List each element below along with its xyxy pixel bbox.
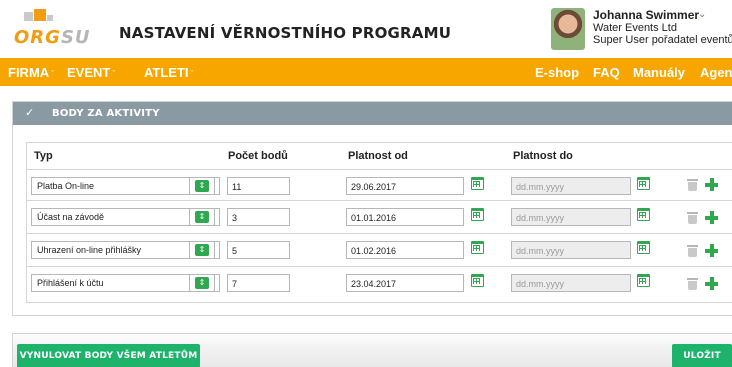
calendar-icon[interactable] [471, 177, 484, 190]
nav-item-eshop[interactable]: E-shop [535, 65, 579, 80]
plus-icon[interactable] [705, 277, 718, 290]
chevron-down-icon: ˇ [51, 69, 55, 79]
valid-to-input[interactable]: dd.mm.yyyy [511, 274, 631, 292]
panel-header[interactable]: ✓ BODY ZA AKTIVITY [13, 102, 732, 125]
calendar-icon[interactable] [637, 274, 650, 287]
column-header-valid-to: Platnost do [513, 150, 573, 162]
select-toggle-button[interactable]: ⇕ [189, 274, 215, 292]
chevron-down-icon[interactable]: ✓ [25, 106, 34, 119]
updown-icon: ⇕ [195, 277, 209, 289]
points-input[interactable]: 7 [227, 274, 290, 292]
nav-item-atleti[interactable]: ATLETI ˇ [144, 65, 194, 80]
page-title: NASTAVENÍ VĚRNOSTNÍHO PROGRAMU [119, 24, 452, 42]
calendar-icon[interactable] [637, 177, 650, 190]
plus-icon[interactable] [705, 244, 718, 257]
logo-square-small [47, 15, 53, 21]
valid-from-input[interactable]: 29.06.2017 [346, 177, 464, 195]
user-name[interactable]: Johanna Swimmer [593, 8, 699, 22]
orgsu-logo[interactable]: ORGSU [14, 9, 94, 49]
points-input[interactable]: 3 [227, 208, 290, 226]
select-toggle-button[interactable]: ⇕ [189, 241, 215, 259]
logo-square [24, 12, 33, 21]
points-input[interactable]: 11 [227, 177, 290, 195]
calendar-icon[interactable] [471, 274, 484, 287]
row-divider [26, 266, 732, 267]
updown-icon: ⇕ [195, 180, 209, 192]
chevron-down-icon[interactable]: ⌄ [698, 9, 706, 20]
nav-item-agent[interactable]: Agent [700, 65, 732, 80]
row-divider [26, 233, 732, 234]
chevron-down-icon: ˇ [112, 69, 116, 79]
plus-icon[interactable] [705, 178, 718, 191]
valid-from-input[interactable]: 23.04.2017 [346, 274, 464, 292]
plus-icon[interactable] [705, 211, 718, 224]
calendar-icon[interactable] [637, 208, 650, 221]
save-button[interactable]: ULOŽIT [672, 344, 732, 367]
valid-to-input[interactable]: dd.mm.yyyy [511, 177, 631, 195]
panel-title: BODY ZA AKTIVITY [52, 108, 160, 119]
select-toggle-button[interactable]: ⇕ [189, 177, 215, 195]
column-header-type: Typ [34, 150, 53, 162]
trash-icon[interactable] [687, 212, 698, 224]
nav-item-event[interactable]: EVENT ˇ [67, 65, 115, 80]
chevron-down-icon: ˇ [190, 69, 194, 79]
valid-to-input[interactable]: dd.mm.yyyy [511, 208, 631, 226]
page: ORGSU NASTAVENÍ VĚRNOSTNÍHO PROGRAMU Joh… [0, 0, 732, 367]
column-header-points: Počet bodů [228, 150, 288, 162]
calendar-icon[interactable] [471, 241, 484, 254]
logo-text: ORGSU [14, 27, 91, 48]
header: ORGSU NASTAVENÍ VĚRNOSTNÍHO PROGRAMU Joh… [0, 0, 732, 58]
calendar-icon[interactable] [637, 241, 650, 254]
valid-from-input[interactable]: 01.01.2016 [346, 208, 464, 226]
logo-square-accent [34, 9, 46, 21]
trash-icon[interactable] [687, 278, 698, 290]
nav-item-manualy[interactable]: Manuály [633, 65, 685, 80]
valid-from-input[interactable]: 01.02.2016 [346, 241, 464, 259]
reset-points-button[interactable]: VYNULOVAT BODY VŠEM ATLETŮM [17, 344, 200, 367]
nav-item-firma[interactable]: FIRMA ˇ [8, 65, 54, 80]
avatar[interactable] [551, 8, 585, 50]
user-company: Water Events Ltd [593, 22, 677, 34]
updown-icon: ⇕ [195, 244, 209, 256]
select-toggle-button[interactable]: ⇕ [189, 208, 215, 226]
nav-item-faq[interactable]: FAQ [593, 65, 620, 80]
points-input[interactable]: 5 [227, 241, 290, 259]
row-divider [26, 169, 732, 170]
user-role: Super User pořadatel eventů [593, 34, 732, 46]
calendar-icon[interactable] [471, 208, 484, 221]
trash-icon[interactable] [687, 179, 698, 191]
updown-icon: ⇕ [195, 211, 209, 223]
column-header-valid-from: Platnost od [348, 150, 408, 162]
trash-icon[interactable] [687, 245, 698, 257]
row-divider [26, 200, 732, 201]
valid-to-input[interactable]: dd.mm.yyyy [511, 241, 631, 259]
main-nav: FIRMA ˇ EVENT ˇ ATLETI ˇ E-shop FAQ Manuály… [0, 58, 732, 86]
